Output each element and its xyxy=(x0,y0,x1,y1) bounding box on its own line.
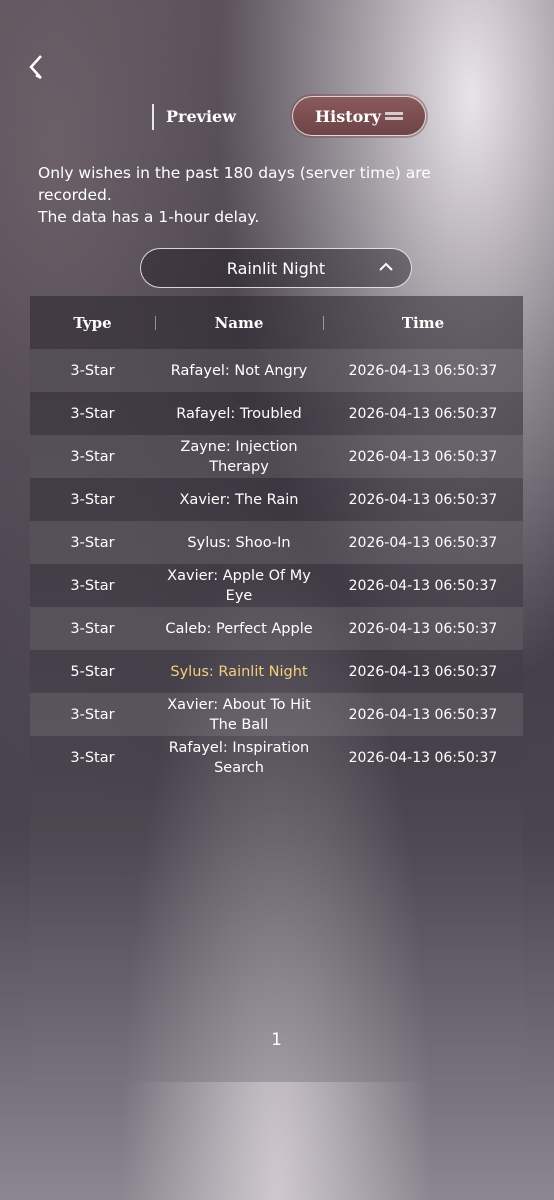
row-name: Sylus: Rainlit Night xyxy=(170,663,308,680)
table-row: 3-Star Zayne: Injection Therapy 2026-04-… xyxy=(30,435,523,478)
row-type: 3-Star xyxy=(70,706,115,723)
row-name: Xavier: Apple Of My Eye xyxy=(167,567,311,604)
row-type: 5-Star xyxy=(70,663,115,680)
column-header-name: Name xyxy=(214,314,264,332)
row-time: 2026-04-13 06:50:37 xyxy=(348,362,498,379)
table-row: 5-Star Sylus: Rainlit Night 2026-04-13 0… xyxy=(30,650,523,693)
table-row: 3-Star Rafayel: Inspiration Search 2026-… xyxy=(30,736,523,779)
column-header-type: Type xyxy=(73,314,112,332)
table-row: 3-Star Xavier: The Rain 2026-04-13 06:50… xyxy=(30,478,523,521)
row-time: 2026-04-13 06:50:37 xyxy=(348,491,498,508)
back-button[interactable] xyxy=(22,52,52,82)
tab-decoration-icon xyxy=(385,112,403,120)
row-type: 3-Star xyxy=(70,362,115,379)
chevron-up-icon xyxy=(379,262,393,271)
banner-select-value: Rainlit Night xyxy=(226,258,326,278)
row-type: 3-Star xyxy=(70,577,115,594)
chevron-left-icon xyxy=(29,55,42,80)
page-number[interactable]: 1 xyxy=(30,1030,523,1050)
row-name: Caleb: Perfect Apple xyxy=(165,620,313,637)
notice-text: Only wishes in the past 180 days (server… xyxy=(38,162,508,228)
notice-line-1: Only wishes in the past 180 days (server… xyxy=(38,164,431,204)
tab-bar: Preview History xyxy=(0,96,554,138)
row-type: 3-Star xyxy=(70,448,115,465)
column-header-time: Time xyxy=(401,314,445,332)
row-time: 2026-04-13 06:50:37 xyxy=(348,405,498,422)
table-row: 3-Star Caleb: Perfect Apple 2026-04-13 0… xyxy=(30,607,523,650)
row-time: 2026-04-13 06:50:37 xyxy=(348,577,498,594)
row-type: 3-Star xyxy=(70,749,115,766)
table-row: 3-Star Rafayel: Troubled 2026-04-13 06:5… xyxy=(30,392,523,435)
table-row: 3-Star Xavier: About To Hit The Ball 202… xyxy=(30,693,523,736)
tab-preview[interactable]: Preview xyxy=(152,104,236,130)
row-name: Rafayel: Inspiration Search xyxy=(168,739,310,776)
table-row: 3-Star Sylus: Shoo-In 2026-04-13 06:50:3… xyxy=(30,521,523,564)
row-time: 2026-04-13 06:50:37 xyxy=(348,534,498,551)
row-time: 2026-04-13 06:50:37 xyxy=(348,663,498,680)
row-name: Sylus: Shoo-In xyxy=(187,534,291,551)
row-time: 2026-04-13 06:50:37 xyxy=(348,749,498,766)
history-table: Type Name Time 3-Star Rafayel: Not Angry… xyxy=(30,296,523,1082)
banner-select[interactable]: Rainlit Night xyxy=(140,248,412,288)
row-type: 3-Star xyxy=(70,405,115,422)
row-name: Zayne: Injection Therapy xyxy=(180,438,298,475)
row-time: 2026-04-13 06:50:37 xyxy=(348,620,498,637)
row-name: Rafayel: Not Angry xyxy=(170,362,308,379)
table-body: 3-Star Rafayel: Not Angry 2026-04-13 06:… xyxy=(30,349,523,779)
row-name: Xavier: About To Hit The Ball xyxy=(167,696,311,733)
row-type: 3-Star xyxy=(70,491,115,508)
row-type: 3-Star xyxy=(70,620,115,637)
table-header: Type Name Time xyxy=(30,308,523,338)
row-name: Rafayel: Troubled xyxy=(176,405,302,422)
table-row: 3-Star Rafayel: Not Angry 2026-04-13 06:… xyxy=(30,349,523,392)
table-row: 3-Star Xavier: Apple Of My Eye 2026-04-1… xyxy=(30,564,523,607)
tab-history[interactable]: History xyxy=(292,96,426,136)
row-time: 2026-04-13 06:50:37 xyxy=(348,448,498,465)
row-type: 3-Star xyxy=(70,534,115,551)
tab-history-label: History xyxy=(315,106,381,126)
notice-line-2: The data has a 1-hour delay. xyxy=(38,208,260,226)
row-time: 2026-04-13 06:50:37 xyxy=(348,706,498,723)
row-name: Xavier: The Rain xyxy=(179,491,299,508)
